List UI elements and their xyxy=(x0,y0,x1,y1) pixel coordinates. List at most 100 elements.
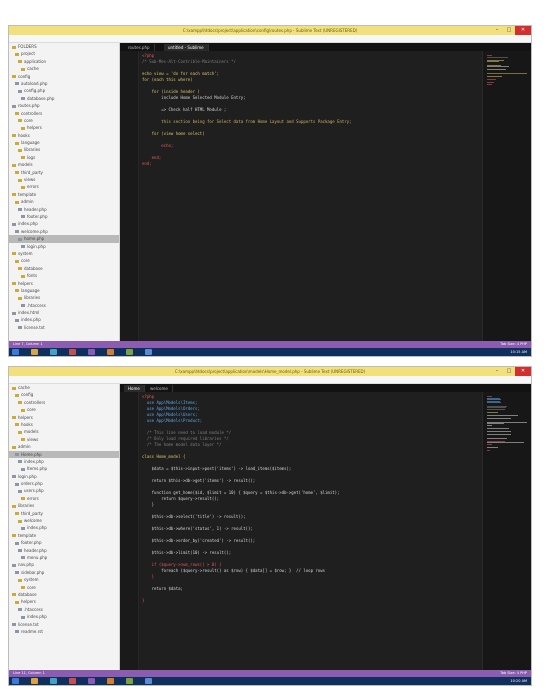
sidebar-tree-item[interactable]: template xyxy=(9,532,119,539)
sidebar-tree-item[interactable]: language xyxy=(9,139,119,146)
sidebar-tree-item[interactable]: orders.php xyxy=(9,480,119,487)
sidebar-tree-item[interactable]: helpers xyxy=(9,280,119,287)
minimize-icon[interactable]: – xyxy=(491,26,503,35)
editor-tab[interactable]: welcome xyxy=(146,385,173,392)
sidebar-tree-item[interactable]: license.txt xyxy=(9,621,119,628)
maximize-icon[interactable]: □ xyxy=(503,26,515,35)
minimap[interactable] xyxy=(482,392,531,670)
sidebar-tree-item[interactable]: third_party xyxy=(9,510,119,517)
sidebar-tree-item[interactable]: config xyxy=(9,73,119,80)
code-area[interactable]: <?php use App\Models\Items; use App\Mode… xyxy=(142,394,481,670)
sidebar-tree-item[interactable]: menu.php xyxy=(9,554,119,561)
taskbar-app-icon[interactable] xyxy=(107,678,114,684)
sidebar-tree-item[interactable]: database xyxy=(9,265,119,272)
taskbar-app-icon[interactable] xyxy=(88,349,95,355)
sidebar-tree-item[interactable]: welcome.php xyxy=(9,228,119,235)
window-titlebar[interactable]: C:\xampp\htdocs\project\application\mode… xyxy=(9,367,531,376)
sidebar-tree-item[interactable]: Home.php xyxy=(9,450,119,458)
sidebar-tree-item[interactable]: fonts xyxy=(9,272,119,279)
sidebar-tree-item[interactable]: errors xyxy=(9,183,119,190)
sidebar-tree-item[interactable]: helpers xyxy=(9,414,119,421)
taskbar-app-icon[interactable] xyxy=(126,678,133,684)
sidebar-tree-item[interactable]: models xyxy=(9,161,119,168)
taskbar-app-icon[interactable] xyxy=(126,349,133,355)
close-icon[interactable]: ✕ xyxy=(515,367,531,376)
sidebar-tree-item[interactable]: license.txt xyxy=(9,324,119,331)
maximize-icon[interactable]: □ xyxy=(503,367,515,376)
editor-tab[interactable]: routes.php xyxy=(124,44,155,51)
sidebar-tree-item[interactable]: footer.php xyxy=(9,213,119,220)
sidebar-tree-item[interactable]: users.php xyxy=(9,487,119,494)
sidebar-tree-item[interactable]: hooks xyxy=(9,132,119,139)
sidebar-tree-item[interactable]: nav.php xyxy=(9,561,119,568)
sidebar-tree-item[interactable]: config xyxy=(9,391,119,398)
taskbar-app-icon[interactable] xyxy=(31,349,38,355)
sidebar-tree-item[interactable]: database.php xyxy=(9,95,119,102)
sidebar-tree-item[interactable]: core xyxy=(9,117,119,124)
code-editor[interactable]: Home welcome <?php use App\Models\Items; … xyxy=(120,384,531,670)
taskbar-app-icon[interactable] xyxy=(50,349,57,355)
sidebar-tree-item[interactable]: helpers xyxy=(9,598,119,605)
sidebar-tree-item[interactable]: sidebar.php xyxy=(9,569,119,576)
close-icon[interactable]: ✕ xyxy=(515,26,531,35)
taskbar-app-icon[interactable] xyxy=(69,349,76,355)
sidebar-tree-item[interactable]: third_party xyxy=(9,169,119,176)
sidebar-tree-item[interactable]: admin xyxy=(9,443,119,450)
sidebar-tree-item[interactable]: libraries xyxy=(9,146,119,153)
sidebar-tree-item[interactable]: models xyxy=(9,428,119,435)
sidebar-tree-item[interactable]: header.php xyxy=(9,206,119,213)
sidebar-tree-item[interactable]: index.php xyxy=(9,458,119,465)
sidebar-tree-item[interactable]: index.html xyxy=(9,309,119,316)
minimize-icon[interactable]: – xyxy=(491,367,503,376)
sidebar-tree-item[interactable]: cache xyxy=(9,65,119,72)
sidebar-tree-item[interactable]: FOLDERS xyxy=(9,43,119,50)
taskbar-app-icon[interactable] xyxy=(88,678,95,684)
sidebar-tree-item[interactable]: language xyxy=(9,287,119,294)
sidebar-tree-item[interactable]: .htaccess xyxy=(9,606,119,613)
start-icon[interactable] xyxy=(12,678,19,684)
sidebar-tree-item[interactable]: home.php xyxy=(9,235,119,243)
sidebar-tree-item[interactable]: system xyxy=(9,250,119,257)
sidebar-tree-item[interactable]: footer.php xyxy=(9,539,119,546)
status-syntax[interactable]: Tab Size: 4 PHP xyxy=(500,341,527,348)
window-titlebar[interactable]: C:\xampp\htdocs\project\application\conf… xyxy=(9,26,531,35)
sidebar-tree-item[interactable]: welcome xyxy=(9,517,119,524)
sidebar-tree-item[interactable]: index.php xyxy=(9,220,119,227)
taskbar-app-icon[interactable] xyxy=(31,678,38,684)
sidebar-tree-item[interactable]: login.php xyxy=(9,473,119,480)
sidebar-tree-item[interactable]: index.php xyxy=(9,613,119,620)
sidebar-tree-item[interactable]: template xyxy=(9,191,119,198)
sidebar-tree-item[interactable]: errors xyxy=(9,495,119,502)
taskbar-app-icon[interactable] xyxy=(145,349,152,355)
sidebar-tree-item[interactable]: helpers xyxy=(9,124,119,131)
sidebar-tree-item[interactable]: hooks xyxy=(9,421,119,428)
sidebar-tree-item[interactable]: .htaccess xyxy=(9,302,119,309)
sidebar-tree-item[interactable]: views xyxy=(9,176,119,183)
sidebar-tree-item[interactable]: project xyxy=(9,50,119,57)
taskbar-clock[interactable]: 10:20 AM xyxy=(510,677,527,685)
sidebar-tree-item[interactable]: core xyxy=(9,406,119,413)
sidebar-tree-item[interactable]: system xyxy=(9,576,119,583)
status-syntax[interactable]: Tab Size: 4 PHP xyxy=(500,670,527,677)
sidebar-tree-item[interactable]: cache xyxy=(9,384,119,391)
sidebar-tree-item[interactable]: core xyxy=(9,584,119,591)
taskbar-app-icon[interactable] xyxy=(50,678,57,684)
code-editor[interactable]: routes.php untitled - Sublime <?php/* Sub… xyxy=(120,43,531,341)
editor-tab[interactable]: untitled - Sublime xyxy=(164,44,209,51)
taskbar-app-icon[interactable] xyxy=(69,678,76,684)
taskbar-app-icon[interactable] xyxy=(145,678,152,684)
sidebar-tree-item[interactable]: admin xyxy=(9,198,119,205)
sidebar-tree-item[interactable]: controllers xyxy=(9,110,119,117)
sidebar-tree-item[interactable]: core xyxy=(9,257,119,264)
sidebar-tree-item[interactable]: application xyxy=(9,58,119,65)
editor-tab[interactable]: Home xyxy=(124,385,145,392)
sidebar-tree-item[interactable]: controllers xyxy=(9,399,119,406)
sidebar-tree-item[interactable]: libraries xyxy=(9,502,119,509)
code-area[interactable]: <?php/* Sub-Mes-Alt-Contrible-Maintainer… xyxy=(142,53,481,341)
sidebar-tree-item[interactable]: database xyxy=(9,591,119,598)
taskbar-clock[interactable]: 10:15 AM xyxy=(510,348,527,356)
taskbar-app-icon[interactable] xyxy=(107,349,114,355)
sidebar-tree-item[interactable]: config.php xyxy=(9,87,119,94)
sidebar-tree-item[interactable]: login.php xyxy=(9,243,119,250)
sidebar-tree-item[interactable]: views xyxy=(9,436,119,443)
